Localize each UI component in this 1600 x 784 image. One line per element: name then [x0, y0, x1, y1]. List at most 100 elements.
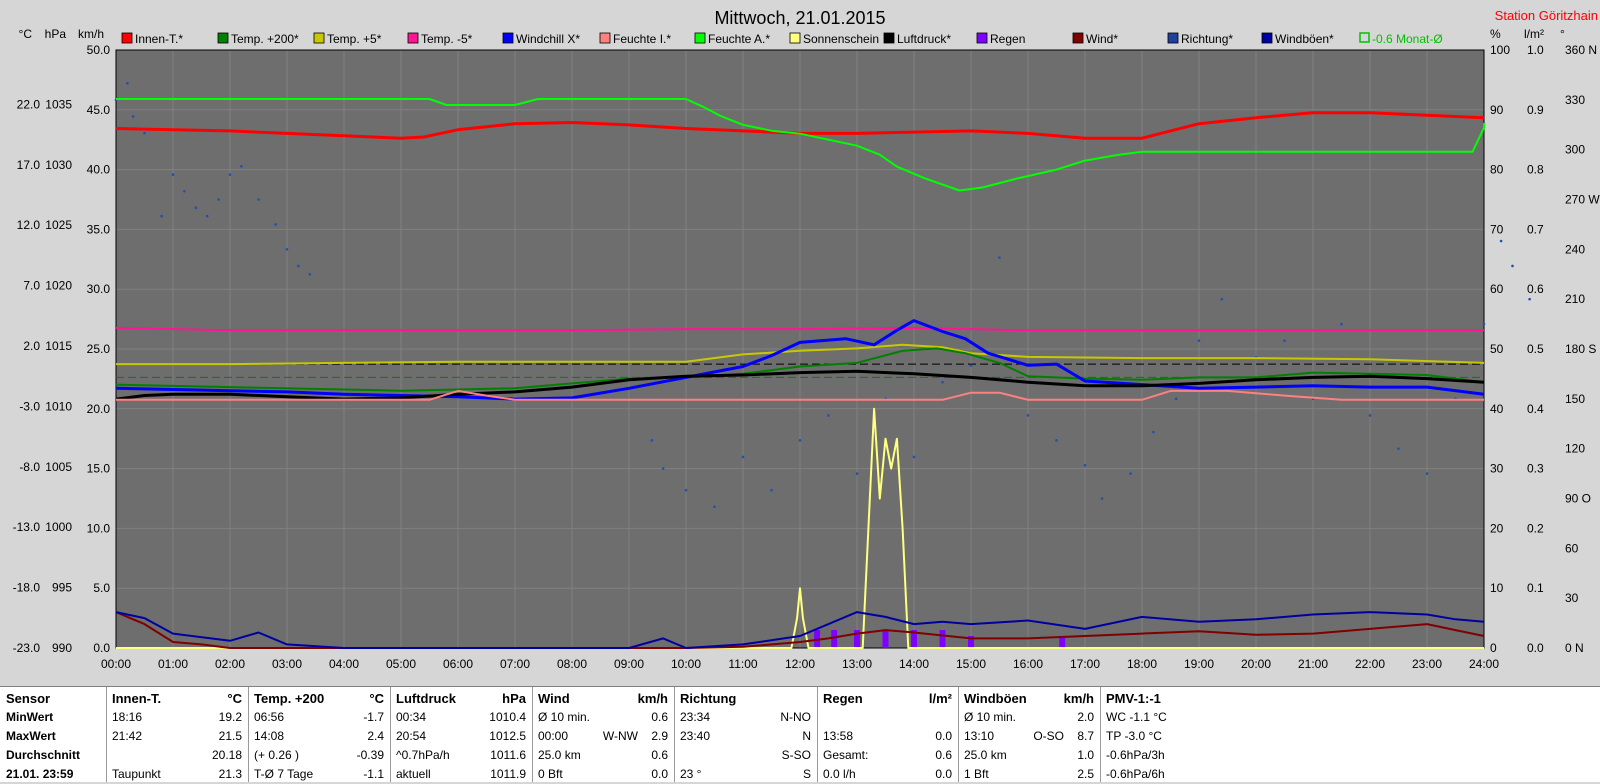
stats-row: -0.6hPa/3h [1100, 746, 1600, 765]
stats-header-unit: °C [227, 691, 242, 706]
stats-row: 21.01. 23:59 [0, 765, 106, 784]
rain-tick-label: 0.4 [1527, 402, 1544, 416]
direction-point [160, 214, 163, 218]
direction-tick-label: 300 [1565, 143, 1585, 157]
stats-row-value: 0.6 [935, 748, 952, 762]
humidity-unit: % [1490, 27, 1501, 41]
legend-label: Temp. +200* [231, 32, 299, 46]
direction-point [217, 198, 220, 201]
rain-tick-label: 0.9 [1527, 103, 1544, 117]
direction-tick-label: 270 W [1565, 193, 1600, 207]
legend-label: Regen [990, 32, 1025, 46]
stats-row-label: 1 Bft [964, 767, 989, 781]
stats-row-label: TP -3.0 °C [1106, 729, 1162, 743]
pressure-tick-label: 1000 [45, 520, 72, 534]
stats-row: 21:42 21.5 [106, 727, 248, 746]
stats-row-value: 1012.5 [489, 729, 526, 743]
stats-row: -0.6hPa/6h [1100, 765, 1600, 784]
stats-row-label: WC -1.1 °C [1106, 710, 1167, 724]
direction-point [969, 364, 973, 367]
pressure-unit: hPa [45, 27, 67, 41]
stats-row-value: -0.39 [356, 748, 384, 762]
stats-row-label: 23:40 [680, 729, 711, 743]
wind-tick-label: 50.0 [87, 43, 111, 57]
wind-tick-label: 25.0 [87, 342, 111, 356]
x-tick-label: 10:00 [671, 657, 701, 671]
stats-row-value: 2.9 [651, 729, 668, 743]
statistics-panel: Sensor MinWert MaxWert Durchschnitt 21.01. 2… [0, 686, 1600, 782]
stats-row: Gesamt: 0.6 [817, 746, 958, 765]
direction-point [171, 173, 175, 176]
direction-point [650, 439, 654, 442]
stats-row-value: -1.1 [363, 767, 384, 781]
x-tick-label: 03:00 [272, 657, 302, 671]
x-tick-label: 07:00 [500, 657, 530, 671]
stats-row: Ø 10 min. 0.6 [532, 708, 674, 727]
stats-column: Windböen km/h Ø 10 min. 2.0 13:10 O-SO 8.7 25.0… [958, 687, 1101, 782]
stats-row-label: 00:34 [396, 710, 427, 724]
direction-tick-label: 240 [1565, 242, 1585, 256]
stats-row: 14:08 2.4 [248, 727, 390, 746]
rain-tick-label: 0.0 [1527, 641, 1544, 655]
stats-row: 20.18 [106, 746, 248, 765]
legend-swatch [694, 32, 706, 44]
wind-tick-label: 40.0 [87, 163, 111, 177]
stats-row: S-SO [674, 746, 817, 765]
stats-row-label: ^0.7hPa/h [396, 748, 450, 762]
stats-row-value: 1011.6 [490, 748, 526, 762]
temp-tick-label: 12.0 [17, 218, 41, 232]
direction-point [1197, 339, 1201, 342]
direction-point [798, 439, 802, 442]
legend-swatch [1167, 32, 1179, 44]
legend-label: Windchill X* [516, 32, 580, 46]
pressure-tick-label: 990 [52, 641, 72, 655]
x-tick-label: 12:00 [785, 657, 815, 671]
stats-row-label: T-Ø 7 Tage [254, 767, 314, 781]
stats-column: Luftdruck hPa 00:34 1010.4 20:54 1012.5 ^0.7hP… [390, 687, 533, 782]
stats-row-label: 23 ° [680, 767, 702, 781]
direction-point [1129, 472, 1132, 475]
legend-label: -0.6 Monat-Ø [1372, 32, 1443, 46]
rain-bar [831, 630, 838, 648]
direction-tick-label: 210 [1565, 292, 1585, 306]
temp-tick-label: -23.0 [13, 641, 41, 655]
stats-row-value: 8.7 [1077, 729, 1094, 743]
stats-row: Durchschnitt [0, 746, 106, 765]
temp-tick-label: -8.0 [19, 460, 40, 474]
pressure-tick-label: 1020 [45, 279, 72, 293]
direction-point [1528, 297, 1531, 301]
stats-row-label: 14:08 [254, 729, 285, 743]
direction-point [228, 173, 232, 176]
rain-tick-label: 0.6 [1527, 282, 1544, 296]
direction-tick-label: 180 S [1565, 342, 1596, 356]
legend-swatch [883, 32, 895, 44]
stats-row-label: 06:56 [254, 710, 285, 724]
legend-label: Windböen* [1275, 32, 1334, 46]
stats-row-label: 21.01. 23:59 [6, 767, 74, 781]
temp-tick-label: 22.0 [17, 97, 41, 111]
stats-row-value: 1.0 [1077, 748, 1094, 762]
stats-row: 23:34 N-NO [674, 708, 817, 727]
temp-tick-label: -3.0 [19, 399, 40, 413]
stats-header: Regen l/m² [817, 689, 958, 708]
direction-point [941, 380, 944, 384]
stats-header-unit: l/m² [928, 691, 952, 706]
rain-unit: l/m² [1524, 27, 1544, 41]
legend-swatch [599, 32, 611, 44]
x-tick-label: 14:00 [899, 657, 929, 671]
direction-point [1100, 497, 1104, 500]
stats-header-label: Regen [823, 691, 863, 706]
stats-row: WC -1.1 °C [1100, 708, 1600, 727]
stats-header: PMV-1:-1 [1100, 689, 1600, 708]
stats-row-label: MinWert [6, 710, 54, 724]
direction-point [308, 272, 312, 276]
rain-tick-label: 0.7 [1527, 222, 1544, 236]
stats-row: TP -3.0 °C [1100, 727, 1600, 746]
legend-swatch [217, 32, 229, 44]
stats-row-label: 00:00 [538, 729, 569, 743]
stats-row: 0.0 l/h 0.0 [817, 765, 958, 784]
x-tick-label: 19:00 [1184, 657, 1214, 671]
rain-tick-label: 0.1 [1527, 581, 1544, 595]
stats-row-value: 0.0 [935, 767, 952, 781]
direction-point [1026, 414, 1030, 417]
